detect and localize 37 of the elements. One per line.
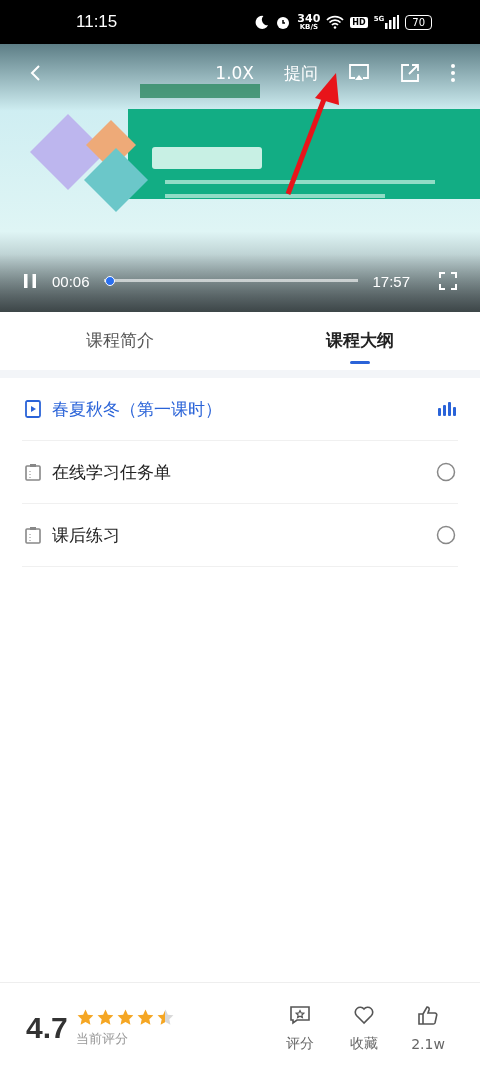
outline-item[interactable]: 在线学习任务单 bbox=[22, 441, 458, 504]
progress-bar[interactable] bbox=[103, 276, 359, 286]
tab[interactable]: 课程大纲 bbox=[240, 312, 480, 370]
outline-item[interactable]: 春夏秋冬（第一课时） bbox=[22, 378, 458, 441]
star-icon bbox=[95, 1007, 115, 1027]
star-icon bbox=[115, 1007, 135, 1027]
star-icon bbox=[155, 1007, 175, 1027]
fullscreen-icon bbox=[438, 271, 458, 291]
video-file-icon bbox=[24, 400, 42, 418]
thumbs-up-icon bbox=[416, 1003, 440, 1028]
favorite-button[interactable]: 收藏 bbox=[332, 1001, 396, 1054]
pause-icon bbox=[22, 273, 38, 289]
like-button[interactable]: 2.1w bbox=[396, 1002, 460, 1053]
hd-badge: HD bbox=[350, 16, 368, 28]
rate-button[interactable]: 评分 bbox=[268, 1001, 332, 1054]
alarm-icon bbox=[275, 14, 292, 30]
battery-level: 70 bbox=[405, 14, 432, 30]
wifi-icon bbox=[326, 15, 345, 29]
clipboard-icon bbox=[24, 463, 42, 481]
clipboard-icon bbox=[24, 526, 42, 544]
more-icon bbox=[450, 63, 456, 83]
progress-thumb[interactable] bbox=[105, 276, 115, 286]
star-icon bbox=[75, 1007, 95, 1027]
moon-icon bbox=[254, 14, 270, 30]
rating-label: 当前评分 bbox=[75, 1029, 129, 1048]
playing-bars-icon bbox=[438, 402, 456, 416]
share-icon bbox=[400, 63, 420, 83]
star-icon bbox=[135, 1007, 155, 1027]
total-time: 17:57 bbox=[372, 272, 410, 290]
cast-icon bbox=[348, 63, 370, 83]
outline-item[interactable]: 课后练习 bbox=[22, 504, 458, 567]
signal-icon bbox=[385, 15, 400, 29]
network-speed: 340 bbox=[297, 13, 321, 24]
status-time: 11:15 bbox=[76, 12, 118, 32]
tab[interactable]: 课程简介 bbox=[0, 312, 240, 370]
rating-score: 4.7 bbox=[26, 1010, 68, 1045]
elapsed-time: 00:06 bbox=[52, 272, 90, 290]
